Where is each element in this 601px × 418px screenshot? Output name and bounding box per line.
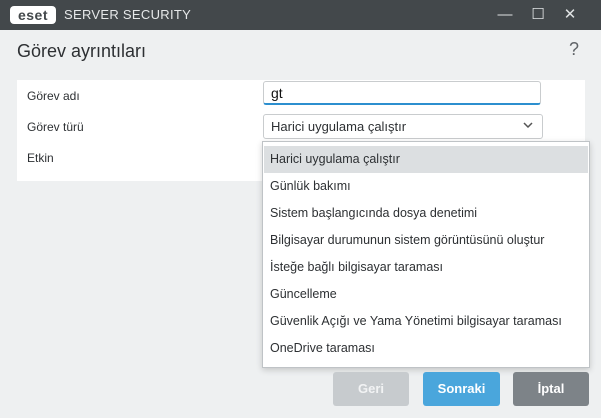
task-name-input[interactable]: gt (263, 81, 541, 105)
dropdown-option-vulnerability-scan[interactable]: Güvenlik Açığı ve Yama Yönetimi bilgisay… (264, 308, 588, 335)
dropdown-option-external-app[interactable]: Harici uygulama çalıştır (264, 146, 588, 173)
title-bar: eset SERVER SECURITY — ☐ ✕ (0, 0, 601, 30)
next-button[interactable]: Sonraki (423, 372, 500, 406)
task-type-value: Harici uygulama çalıştır (271, 119, 407, 134)
dropdown-option-system-snapshot[interactable]: Bilgisayar durumunun sistem görüntüsünü … (264, 227, 588, 254)
task-type-select[interactable]: Harici uygulama çalıştır (263, 114, 543, 139)
task-type-dropdown-list: Harici uygulama çalıştır Günlük bakımı S… (262, 141, 590, 368)
page-header: Görev ayrıntıları ? (0, 30, 601, 70)
dropdown-option-onedrive-scan[interactable]: OneDrive taraması (264, 335, 588, 362)
dropdown-option-log-maintenance[interactable]: Günlük bakımı (264, 173, 588, 200)
back-button[interactable]: Geri (333, 372, 409, 406)
app-name: SERVER SECURITY (64, 7, 192, 22)
page-title: Görev ayrıntıları (17, 41, 147, 61)
enabled-label: Etkin (27, 151, 54, 165)
task-type-label: Görev türü (27, 120, 84, 134)
close-icon[interactable]: ✕ (557, 4, 583, 26)
dropdown-option-startup-check[interactable]: Sistem başlangıcında dosya denetimi (264, 200, 588, 227)
task-name-label: Görev adı (27, 89, 80, 103)
chevron-down-icon (522, 119, 534, 134)
help-icon[interactable]: ? (569, 39, 579, 60)
eset-logo: eset (10, 6, 56, 24)
cancel-button[interactable]: İptal (513, 372, 589, 406)
minimize-icon[interactable]: — (492, 4, 518, 26)
maximize-icon[interactable]: ☐ (525, 4, 551, 26)
dropdown-option-on-demand-scan[interactable]: İsteğe bağlı bilgisayar taraması (264, 254, 588, 281)
dropdown-option-update[interactable]: Güncelleme (264, 281, 588, 308)
